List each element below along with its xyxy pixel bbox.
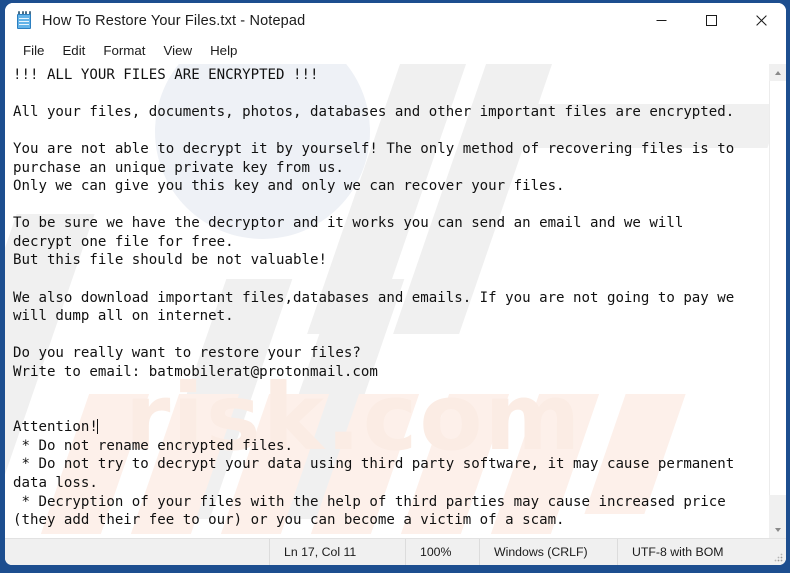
maximize-icon (705, 15, 717, 26)
status-bar-spacer (5, 539, 269, 565)
window-frame: How To Restore Your Files.txt - Notepad (5, 3, 786, 565)
minimize-icon (656, 15, 667, 26)
close-button[interactable] (736, 3, 786, 38)
notepad-window: How To Restore Your Files.txt - Notepad (0, 0, 790, 573)
status-cursor-position[interactable]: Ln 17, Col 11 (269, 539, 405, 565)
scrollbar-track[interactable] (769, 81, 786, 521)
document-text-after-caret: * Do not rename encrypted files. * Do no… (13, 437, 735, 529)
document-content: !!! ALL YOUR FILES ARE ENCRYPTED !!! All… (13, 66, 769, 530)
vertical-scrollbar[interactable] (769, 64, 786, 538)
menu-item-edit[interactable]: Edit (53, 40, 94, 62)
window-title: How To Restore Your Files.txt - Notepad (42, 12, 306, 29)
status-line-ending[interactable]: Windows (CRLF) (479, 539, 617, 565)
menu-item-file[interactable]: File (14, 40, 53, 62)
scroll-down-arrow-icon[interactable] (769, 521, 786, 538)
scrollbar-thumb[interactable] (769, 81, 786, 495)
menu-item-help[interactable]: Help (201, 40, 246, 62)
editor-area[interactable]: risk.com !!! ALL YOUR FILES ARE ENCRYPTE… (5, 64, 786, 538)
document-text-before-caret: !!! ALL YOUR FILES ARE ENCRYPTED !!! All… (13, 67, 735, 436)
status-zoom-level[interactable]: 100% (405, 539, 479, 565)
text-caret (96, 419, 98, 435)
maximize-button[interactable] (686, 3, 736, 38)
minimize-button[interactable] (636, 3, 686, 38)
notepad-icon (16, 11, 33, 30)
status-bar: Ln 17, Col 11 100% Windows (CRLF) UTF-8 … (5, 538, 786, 565)
status-encoding[interactable]: UTF-8 with BOM (617, 539, 767, 565)
menu-item-view[interactable]: View (154, 40, 201, 62)
text-editor[interactable]: !!! ALL YOUR FILES ARE ENCRYPTED !!! All… (5, 64, 769, 538)
title-bar[interactable]: How To Restore Your Files.txt - Notepad (5, 3, 786, 38)
window-controls (636, 3, 786, 38)
menu-item-format[interactable]: Format (94, 40, 154, 62)
resize-grip-icon[interactable] (767, 539, 786, 565)
scroll-up-arrow-icon[interactable] (769, 64, 786, 81)
title-bar-left: How To Restore Your Files.txt - Notepad (5, 11, 636, 30)
close-icon (755, 15, 767, 26)
menu-bar: File Edit Format View Help (5, 38, 786, 64)
